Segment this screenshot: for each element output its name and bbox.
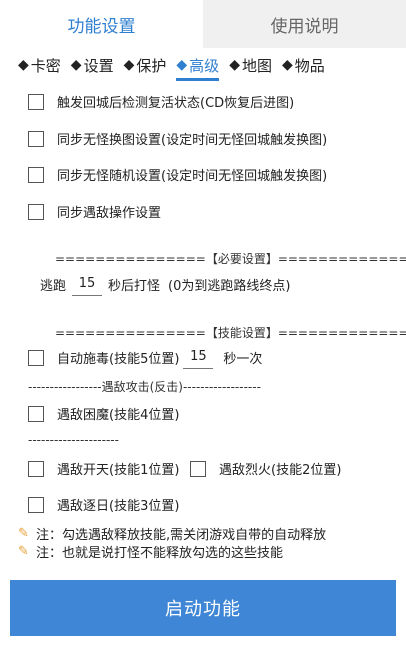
checkbox[interactable] <box>28 130 44 147</box>
settings-subtabs: ◆ 卡密 ◆ 设置 ◆ 保护 ◆ 高级 ◆ 地图 ◆ 物品 <box>18 50 398 81</box>
checkbox[interactable] <box>28 349 44 366</box>
checkbox[interactable] <box>28 496 44 513</box>
option-enemy-blaze[interactable]: 遇敌烈火(技能2位置) <box>190 459 341 478</box>
option-auto-poison[interactable]: 自动施毒(技能5位置) 15 秒一次 <box>28 346 262 369</box>
subtab-settings[interactable]: ◆ 设置 <box>71 50 114 80</box>
diamond-icon: ◆ <box>123 57 135 73</box>
diamond-icon: ◆ <box>176 57 188 73</box>
checkbox[interactable] <box>28 203 44 220</box>
tab-usage-guide[interactable]: 使用说明 <box>203 0 406 48</box>
dash-separator: --------------------- <box>28 433 119 447</box>
enemy-attack-separator: -----------------遇敌攻击(反击)---------------… <box>28 380 261 394</box>
start-function-button[interactable]: 启动功能 <box>10 580 396 636</box>
option-sync-no-monster-map[interactable]: 同步无怪换图设置(设定时间无怪回城触发换图) <box>28 129 327 148</box>
diamond-icon: ◆ <box>70 57 82 73</box>
subtab-items[interactable]: ◆ 物品 <box>282 50 325 80</box>
pencil-icon: ✎ <box>18 526 29 541</box>
poison-seconds-input[interactable]: 15 <box>183 346 214 369</box>
checkbox[interactable] <box>190 460 206 477</box>
option-enemy-trap[interactable]: 遇敌困魔(技能4位置) <box>28 404 179 423</box>
subtab-advanced[interactable]: ◆ 高级 <box>176 50 219 81</box>
note-line-1: ✎ 注：勾选遇敌释放技能,需关闭游戏自带的自动释放 <box>18 526 327 543</box>
diamond-icon: ◆ <box>229 57 240 73</box>
subtab-card-key[interactable]: ◆ 卡密 <box>18 50 61 80</box>
diamond-icon: ◆ <box>18 57 29 73</box>
note-line-2: ✎ 注：也就是说打怪不能释放勾选的这些技能 <box>18 544 284 561</box>
tab-feature-settings[interactable]: 功能设置 <box>0 0 203 48</box>
checkbox[interactable] <box>28 460 44 477</box>
subtab-protection[interactable]: ◆ 保护 <box>124 50 167 80</box>
option-enemy-chase-sun[interactable]: 遇敌逐日(技能3位置) <box>28 495 179 514</box>
pencil-icon: ✎ <box>18 544 29 559</box>
option-detect-revive[interactable]: 触发回城后检测复活状态(CD恢复后进图) <box>28 92 294 111</box>
required-settings-header: ===============【必要设置】============= <box>55 252 406 266</box>
checkbox[interactable] <box>28 166 44 183</box>
main-tabs: 功能设置 使用说明 <box>0 0 406 48</box>
option-enemy-open-sky[interactable]: 遇敌开天(技能1位置) <box>28 459 179 478</box>
checkbox[interactable] <box>28 93 44 110</box>
option-sync-enemy-op[interactable]: 同步遇敌操作设置 <box>28 202 161 221</box>
flee-seconds-input[interactable]: 15 <box>72 273 103 296</box>
option-sync-no-monster-random[interactable]: 同步无怪随机设置(设定时间无怪回城触发换图) <box>28 165 327 184</box>
flee-setting-row: 逃跑 15 秒后打怪 (0为到逃跑路线终点) <box>40 273 290 296</box>
subtab-map[interactable]: ◆ 地图 <box>229 50 272 80</box>
skill-settings-header: ===============【技能设置】============= <box>55 326 406 340</box>
diamond-icon: ◆ <box>281 57 293 73</box>
checkbox[interactable] <box>28 405 44 422</box>
